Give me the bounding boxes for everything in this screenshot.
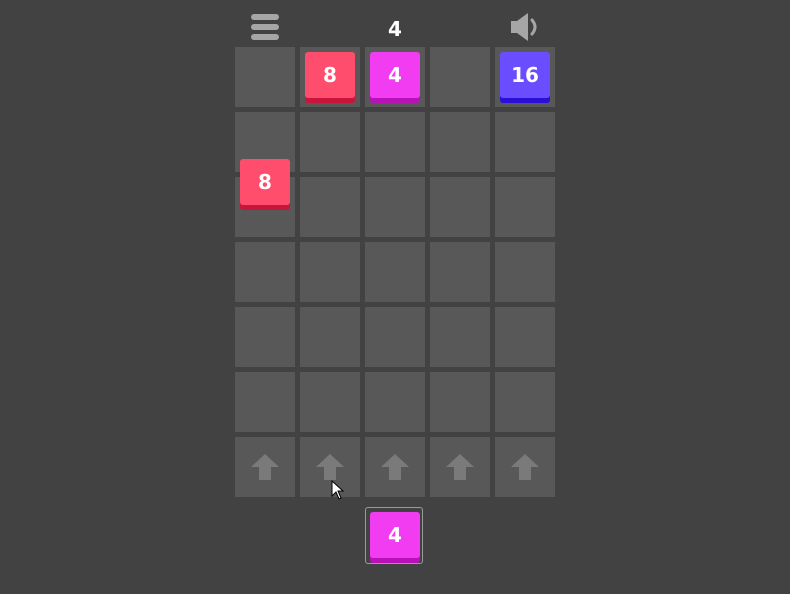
score-display: 4 [388, 17, 402, 41]
grid-cell [235, 372, 295, 432]
grid-cell [235, 47, 295, 107]
grid-cell [300, 177, 360, 237]
grid-cell [430, 307, 490, 367]
grid-cell [300, 372, 360, 432]
up-arrow-icon [381, 454, 409, 480]
launch-column-2-button[interactable] [300, 437, 360, 497]
launch-column-3-button[interactable] [365, 437, 425, 497]
grid-cell [235, 307, 295, 367]
next-tile-value: 4 [388, 523, 402, 547]
grid-cell [300, 242, 360, 302]
grid-cell [235, 242, 295, 302]
grid-cell [495, 242, 555, 302]
number-tile: 8 [240, 159, 290, 206]
grid-cell [495, 177, 555, 237]
tile-value: 8 [258, 170, 272, 195]
grid-cell [365, 242, 425, 302]
grid-cell [365, 112, 425, 172]
grid-cell [365, 177, 425, 237]
tile-value: 4 [388, 63, 402, 87]
grid-cell [495, 372, 555, 432]
number-tile: 16 [500, 52, 550, 98]
launch-column-5-button[interactable] [495, 437, 555, 497]
grid-cell [495, 307, 555, 367]
speaker-icon[interactable] [508, 10, 542, 44]
hamburger-menu-icon[interactable] [250, 14, 280, 42]
grid-cell [300, 112, 360, 172]
launch-column-4-button[interactable] [430, 437, 490, 497]
grid-cell [300, 307, 360, 367]
number-tile: 4 [370, 52, 420, 98]
number-tile: 8 [305, 52, 355, 98]
grid-cell [430, 47, 490, 107]
game-stage: 4 8 4 16 8 4 [0, 0, 790, 594]
tile-value: 16 [511, 63, 539, 87]
grid-cell [430, 372, 490, 432]
grid-cell [365, 372, 425, 432]
grid-cell [430, 177, 490, 237]
up-arrow-icon [316, 454, 344, 480]
grid-cell [430, 242, 490, 302]
up-arrow-icon [511, 454, 539, 480]
up-arrow-icon [251, 454, 279, 480]
grid-cell [430, 112, 490, 172]
tile-value: 8 [323, 63, 337, 87]
next-tile[interactable]: 4 [370, 512, 420, 558]
launch-column-1-button[interactable] [235, 437, 295, 497]
grid-cell [365, 307, 425, 367]
up-arrow-icon [446, 454, 474, 480]
grid-cell [495, 112, 555, 172]
